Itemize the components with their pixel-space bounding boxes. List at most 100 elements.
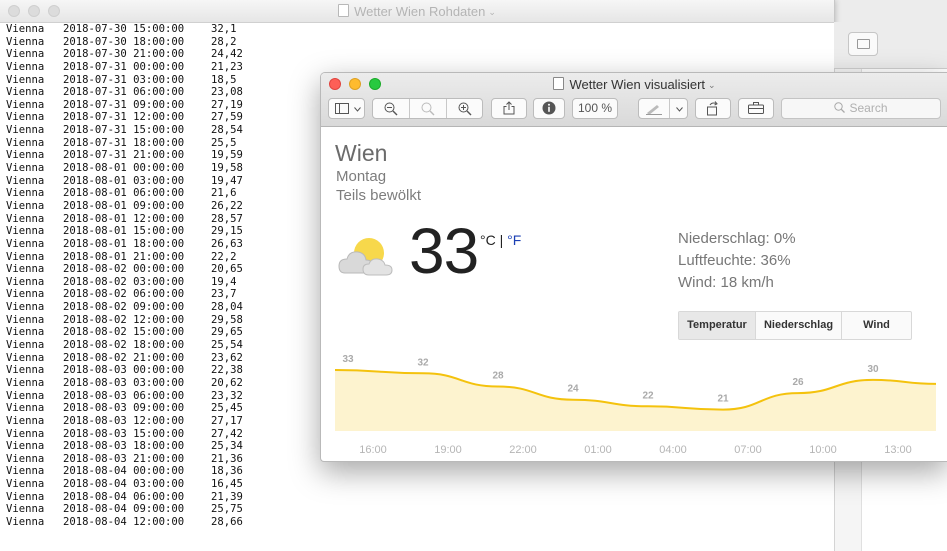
document-icon bbox=[338, 4, 350, 17]
data-label: 30 bbox=[867, 364, 879, 375]
zoom-out-button[interactable] bbox=[373, 99, 409, 118]
row-datetime: 2018-07-30 15:00:00 bbox=[63, 23, 185, 35]
row-city: Vienna bbox=[6, 288, 45, 301]
zoom-level-field[interactable]: 100 % bbox=[572, 98, 618, 119]
share-icon bbox=[503, 101, 515, 115]
row-datetime: 2018-08-04 06:00:00 bbox=[63, 490, 185, 503]
share-button[interactable] bbox=[491, 98, 527, 119]
row-value: 20,65 bbox=[211, 263, 243, 276]
toolbox-button[interactable] bbox=[738, 98, 774, 119]
row-datetime: 2018-08-01 18:00:00 bbox=[63, 237, 185, 250]
raw-window-title[interactable]: Wetter Wien Rohdaten ⌄ bbox=[0, 4, 834, 19]
row-value: 28,54 bbox=[211, 124, 243, 137]
row-datetime: 2018-08-02 03:00:00 bbox=[63, 275, 185, 288]
row-value: 18,36 bbox=[211, 465, 243, 478]
row-city: Vienna bbox=[6, 389, 45, 402]
weekday-label: Montag bbox=[336, 168, 387, 185]
row-city: Vienna bbox=[6, 313, 45, 326]
row-city: Vienna bbox=[6, 339, 45, 352]
row-value: 22,38 bbox=[211, 364, 243, 377]
rotate-button[interactable] bbox=[695, 98, 731, 119]
viz-window-title[interactable]: Wetter Wien visualisiert ⌄ bbox=[321, 77, 947, 92]
row-value: 27,19 bbox=[211, 98, 243, 111]
humidity-stat: Luftfeuchte: 36% bbox=[678, 252, 791, 269]
row-value: 21,23 bbox=[211, 60, 243, 73]
row-value: 19,59 bbox=[211, 149, 243, 162]
unit-fahrenheit[interactable]: °F bbox=[507, 232, 521, 248]
data-label: 22 bbox=[642, 390, 654, 401]
row-datetime: 2018-08-04 03:00:00 bbox=[63, 478, 185, 491]
list-icon bbox=[857, 39, 870, 49]
row-city: Vienna bbox=[6, 465, 45, 478]
row-datetime: 2018-08-03 09:00:00 bbox=[63, 402, 185, 415]
zoom-fit-button[interactable] bbox=[410, 99, 446, 118]
row-value: 28,57 bbox=[211, 212, 243, 225]
row-value: 28,04 bbox=[211, 301, 243, 314]
row-datetime: 2018-07-31 09:00:00 bbox=[63, 98, 185, 111]
row-city: Vienna bbox=[6, 275, 45, 288]
row-datetime: 2018-08-01 09:00:00 bbox=[63, 199, 185, 212]
row-datetime: 2018-08-01 21:00:00 bbox=[63, 250, 185, 263]
row-city: Vienna bbox=[6, 263, 45, 276]
viz-window-toolbar: Wetter Wien visualisiert ⌄ 100 % Search bbox=[321, 73, 947, 127]
x-tick-label: 01:00 bbox=[584, 444, 612, 456]
tab-wind[interactable]: Wind bbox=[842, 312, 911, 339]
info-button[interactable] bbox=[533, 98, 565, 119]
row-datetime: 2018-08-01 12:00:00 bbox=[63, 212, 185, 225]
x-tick-label: 10:00 bbox=[809, 444, 837, 456]
row-city: Vienna bbox=[6, 35, 45, 48]
row-city: Vienna bbox=[6, 86, 45, 99]
row-value: 19,4 bbox=[211, 275, 237, 288]
row-datetime: 2018-08-03 12:00:00 bbox=[63, 414, 185, 427]
background-window-toolbar bbox=[834, 22, 947, 69]
row-datetime: 2018-08-02 21:00:00 bbox=[63, 351, 185, 364]
row-datetime: 2018-07-31 00:00:00 bbox=[63, 60, 185, 73]
search-input[interactable]: Search bbox=[781, 98, 941, 119]
markup-button[interactable] bbox=[638, 98, 688, 119]
row-datetime: 2018-08-02 06:00:00 bbox=[63, 288, 185, 301]
sidebar-toggle-button[interactable] bbox=[328, 98, 365, 119]
row-value: 27,17 bbox=[211, 414, 243, 427]
row-city: Vienna bbox=[6, 187, 45, 200]
row-city: Vienna bbox=[6, 136, 45, 149]
row-city: Vienna bbox=[6, 490, 45, 503]
data-label: 21 bbox=[717, 394, 729, 405]
raw-window-titlebar[interactable]: Wetter Wien Rohdaten ⌄ bbox=[0, 0, 834, 23]
precipitation-stat: Niederschlag: 0% bbox=[678, 230, 796, 247]
row-value: 26,63 bbox=[211, 237, 243, 250]
zoom-in-button[interactable] bbox=[447, 99, 483, 118]
row-datetime: 2018-07-31 15:00:00 bbox=[63, 124, 185, 137]
unit-celsius[interactable]: °C bbox=[480, 232, 496, 248]
condition-label: Teils bewölkt bbox=[336, 187, 422, 204]
tab-temperatur[interactable]: Temperatur bbox=[679, 312, 756, 339]
city-name: Wien bbox=[335, 140, 388, 166]
row-city: Vienna bbox=[6, 440, 45, 453]
tab-niederschlag[interactable]: Niederschlag bbox=[756, 312, 842, 339]
x-tick-label: 16:00 bbox=[359, 444, 387, 456]
row-datetime: 2018-08-01 00:00:00 bbox=[63, 162, 185, 175]
background-toolbar-button[interactable] bbox=[848, 32, 878, 56]
chevron-down-icon bbox=[354, 107, 361, 112]
row-datetime: 2018-08-01 06:00:00 bbox=[63, 187, 185, 200]
row-value: 20,62 bbox=[211, 376, 243, 389]
row-value: 25,45 bbox=[211, 402, 243, 415]
zoom-fit-icon bbox=[421, 102, 435, 116]
row-value: 29,58 bbox=[211, 313, 243, 326]
chart-tab-bar: Temperatur Niederschlag Wind bbox=[678, 311, 912, 340]
zoom-level-value: 100 % bbox=[577, 101, 613, 115]
row-value: 16,45 bbox=[211, 478, 243, 491]
row-city: Vienna bbox=[6, 376, 45, 389]
row-value: 19,58 bbox=[211, 162, 243, 175]
row-datetime: 2018-08-02 15:00:00 bbox=[63, 326, 185, 339]
info-icon bbox=[542, 101, 556, 115]
row-datetime: 2018-08-02 00:00:00 bbox=[63, 263, 185, 276]
row-value: 25,5 bbox=[211, 136, 237, 149]
row-city: Vienna bbox=[6, 427, 45, 440]
row-city: Vienna bbox=[6, 48, 45, 61]
row-value: 21,6 bbox=[211, 187, 237, 200]
row-datetime: 2018-08-04 09:00:00 bbox=[63, 503, 185, 516]
row-datetime: 2018-08-04 00:00:00 bbox=[63, 465, 185, 478]
row-city: Vienna bbox=[6, 212, 45, 225]
row-value: 22,2 bbox=[211, 250, 237, 263]
row-value: 26,22 bbox=[211, 199, 243, 212]
